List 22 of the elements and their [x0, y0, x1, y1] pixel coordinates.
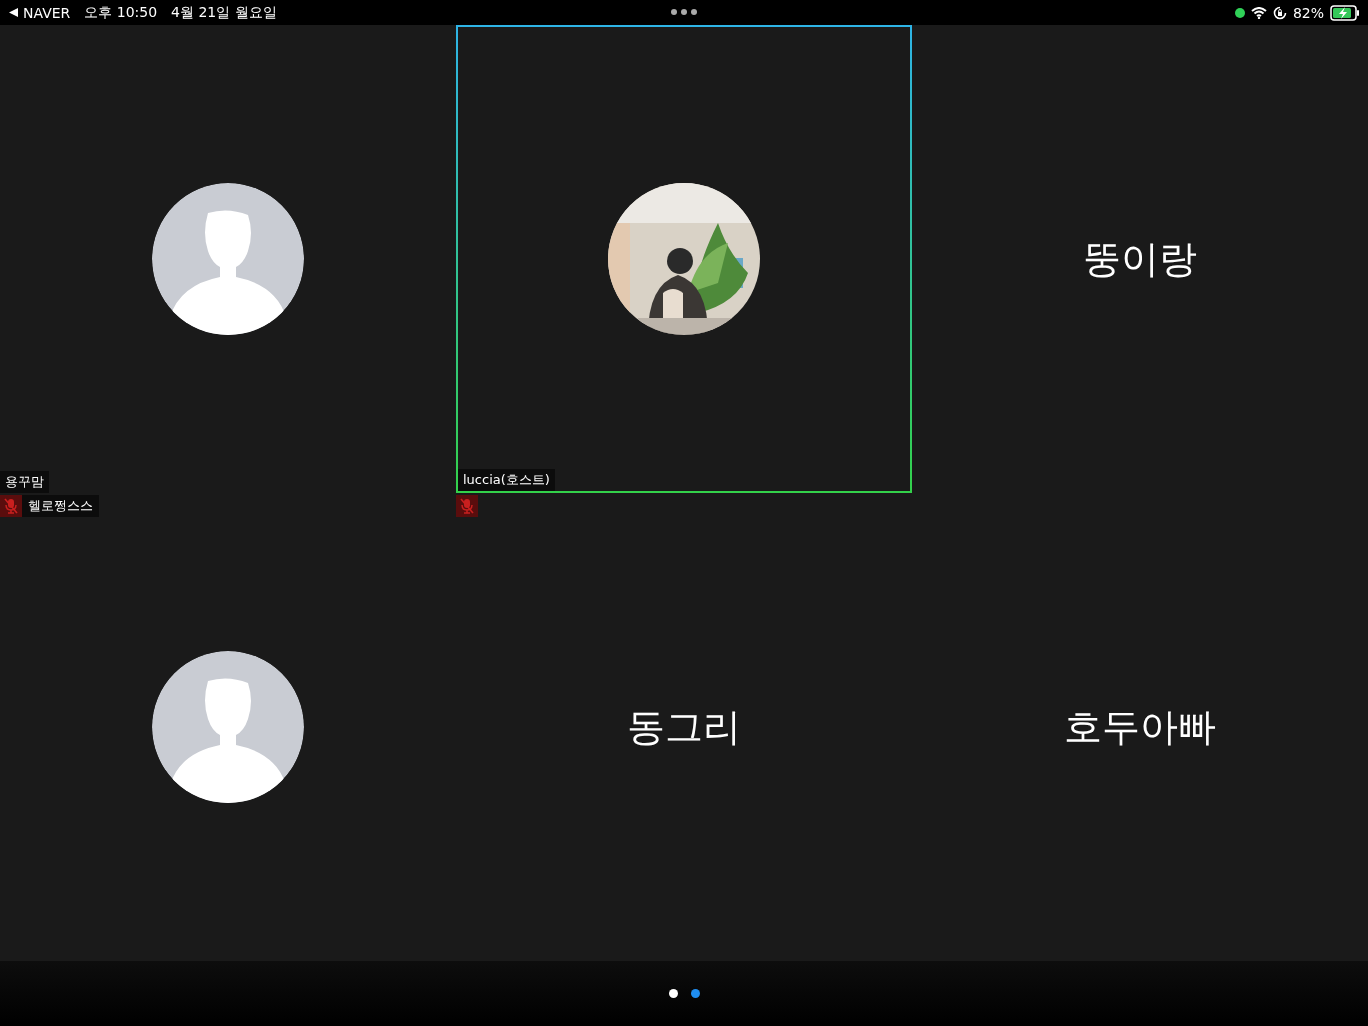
participant-label: luccia(호스트): [458, 469, 555, 491]
avatar-icon: [152, 651, 304, 803]
back-link[interactable]: NAVER: [8, 4, 71, 21]
battery-percent: 82%: [1292, 4, 1324, 21]
battery-charging-icon: [1330, 4, 1360, 21]
participant-label: 헬로쩡스스: [27, 497, 94, 515]
back-icon: [8, 7, 19, 18]
wifi-icon: [1250, 6, 1267, 19]
clock-time: 오후 10:50: [84, 3, 158, 22]
participant-name: 동그리: [627, 703, 741, 751]
participant-name: 호두아빠: [1064, 703, 1216, 751]
page-dot[interactable]: [668, 989, 678, 998]
muted-mic-icon: [0, 495, 22, 517]
participant-label: 용꾸맘: [0, 471, 49, 493]
multitasking-handle-icon[interactable]: [670, 8, 698, 16]
avatar-icon: [152, 183, 304, 335]
camera-in-use-icon: [1234, 7, 1245, 18]
page-dot[interactable]: [690, 989, 700, 998]
rotation-lock-icon: [1272, 5, 1287, 20]
participant-name: 뚱이랑: [1083, 235, 1197, 283]
muted-mic-icon: [456, 495, 478, 517]
date-text: 4월 21일 월요일: [171, 3, 277, 22]
